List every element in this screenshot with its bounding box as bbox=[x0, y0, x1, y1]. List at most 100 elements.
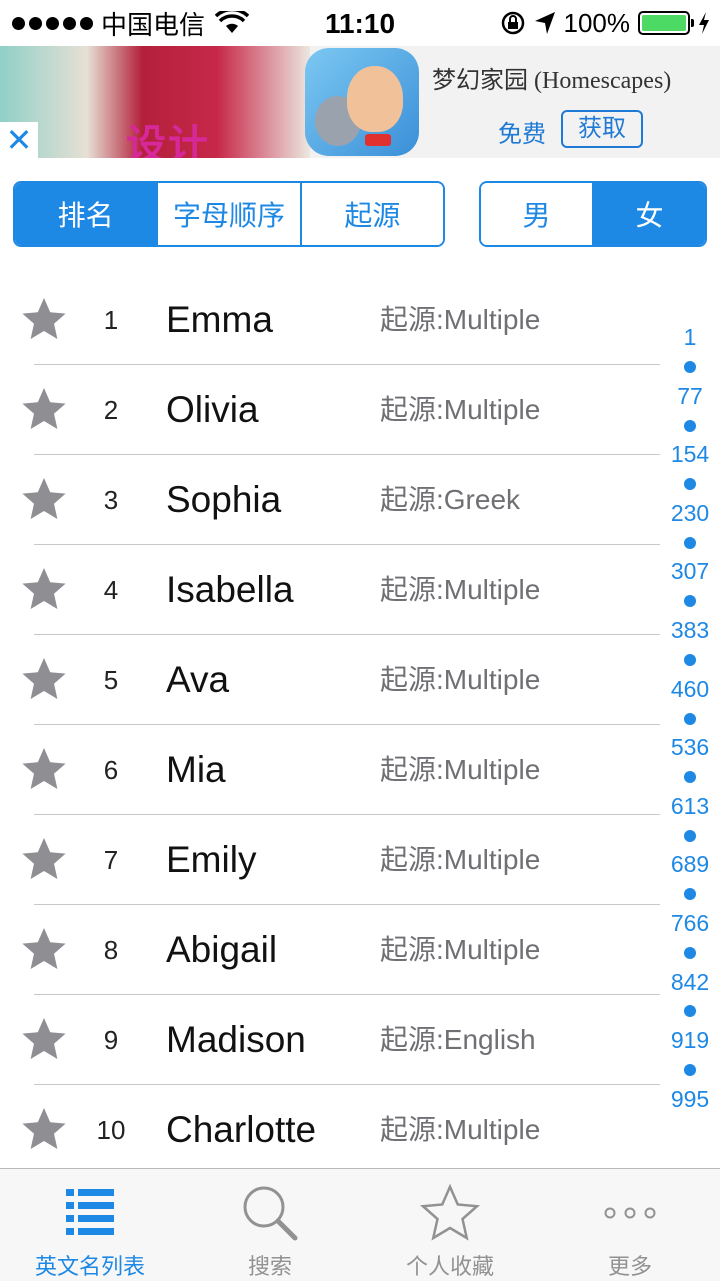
tab-male[interactable]: 男 bbox=[481, 183, 592, 245]
star-icon[interactable] bbox=[20, 385, 68, 433]
name-label: Sophia bbox=[166, 479, 282, 520]
tab-rank[interactable]: 排名 bbox=[15, 183, 157, 245]
list-icon bbox=[66, 1189, 114, 1235]
list-item[interactable]: 7 Emily 起源:Multiple bbox=[0, 815, 660, 905]
name-label: Isabella bbox=[166, 569, 294, 610]
list-item[interactable]: 8 Abigail 起源:Multiple bbox=[0, 905, 660, 995]
index-dot bbox=[660, 821, 720, 850]
index-dot bbox=[660, 997, 720, 1026]
index-entry[interactable]: 307 bbox=[660, 557, 720, 586]
origin-label: 起源:Multiple bbox=[380, 574, 541, 605]
index-entry[interactable]: 230 bbox=[660, 499, 720, 528]
charging-bolt-icon bbox=[699, 12, 709, 34]
tab-female[interactable]: 女 bbox=[592, 183, 705, 245]
list-item[interactable]: 10 Charlotte 起源:Multiple bbox=[0, 1085, 660, 1175]
index-entry[interactable]: 919 bbox=[660, 1026, 720, 1055]
ad-get-button[interactable]: 获取 bbox=[561, 110, 643, 148]
index-entry[interactable]: 1 bbox=[660, 323, 720, 352]
star-icon[interactable] bbox=[20, 475, 68, 523]
origin-label: 起源:Multiple bbox=[380, 1114, 541, 1145]
index-dot bbox=[660, 587, 720, 616]
origin-label: 起源:Multiple bbox=[380, 754, 541, 785]
name-label: Emma bbox=[166, 299, 273, 340]
index-entry[interactable]: 536 bbox=[660, 733, 720, 762]
ad-close-button[interactable]: ✕ bbox=[0, 122, 38, 158]
list-item[interactable]: 9 Madison 起源:English bbox=[0, 995, 660, 1085]
star-icon[interactable] bbox=[20, 295, 68, 343]
list-item[interactable]: 2 Olivia 起源:Multiple bbox=[0, 365, 660, 455]
rank-number: 7 bbox=[103, 845, 119, 875]
battery-icon bbox=[638, 11, 694, 35]
bow-tie-image bbox=[365, 134, 391, 146]
star-icon[interactable] bbox=[20, 655, 68, 703]
list-item[interactable]: 5 Ava 起源:Multiple bbox=[0, 635, 660, 725]
index-dot bbox=[660, 469, 720, 498]
star-icon[interactable] bbox=[20, 925, 68, 973]
index-entry[interactable]: 842 bbox=[660, 968, 720, 997]
index-dot bbox=[660, 528, 720, 557]
origin-label: 起源:Multiple bbox=[380, 664, 541, 695]
index-entry[interactable]: 613 bbox=[660, 792, 720, 821]
index-entry[interactable]: 460 bbox=[660, 675, 720, 704]
name-label: Charlotte bbox=[166, 1109, 317, 1150]
origin-label: 起源:English bbox=[380, 1024, 536, 1055]
app-icon bbox=[305, 48, 419, 156]
more-icon bbox=[604, 1207, 656, 1219]
rank-number: 3 bbox=[103, 485, 119, 515]
tab-alphabetical[interactable]: 字母顺序 bbox=[156, 183, 300, 245]
rotation-lock-icon bbox=[501, 11, 524, 35]
star-icon[interactable] bbox=[20, 565, 68, 613]
origin-label: 起源:Multiple bbox=[380, 844, 541, 875]
origin-label: 起源:Multiple bbox=[380, 304, 541, 335]
index-dot bbox=[660, 880, 720, 909]
tab-label: 更多 bbox=[607, 1254, 652, 1279]
location-arrow-icon bbox=[534, 12, 555, 34]
index-entry[interactable]: 77 bbox=[660, 382, 720, 411]
tab-name-list[interactable]: 英文名列表 bbox=[0, 1169, 180, 1281]
battery-percent: 100% bbox=[563, 7, 631, 38]
tab-more[interactable]: 更多 bbox=[540, 1169, 720, 1281]
tab-search[interactable]: 搜索 bbox=[180, 1169, 360, 1281]
tab-origin[interactable]: 起源 bbox=[299, 183, 443, 245]
star-icon[interactable] bbox=[20, 835, 68, 883]
search-icon bbox=[243, 1186, 298, 1241]
index-dot bbox=[660, 1055, 720, 1084]
names-list: 1 Emma 起源:Multiple 2 Olivia 起源:Multiple … bbox=[0, 275, 660, 1175]
star-icon[interactable] bbox=[20, 1015, 68, 1063]
status-right: 100% bbox=[500, 8, 711, 38]
star-icon[interactable] bbox=[20, 1105, 68, 1153]
tab-bar: 英文名列表 搜索 个人收藏 更多 bbox=[0, 1168, 720, 1281]
name-label: Mia bbox=[166, 749, 226, 790]
index-entry[interactable]: 689 bbox=[660, 850, 720, 879]
name-label: Emily bbox=[166, 839, 257, 880]
list-item[interactable]: 1 Emma 起源:Multiple bbox=[0, 275, 660, 365]
list-item[interactable]: 4 Isabella 起源:Multiple bbox=[0, 545, 660, 635]
ad-artwork: 设计 bbox=[0, 46, 310, 158]
rank-number: 5 bbox=[103, 665, 119, 695]
section-index-bar[interactable]: 1 77 154 230 307 383 460 536 613 689 766… bbox=[660, 323, 720, 1114]
list-item[interactable]: 6 Mia 起源:Multiple bbox=[0, 725, 660, 815]
sort-segmented-control: 排名 字母顺序 起源 bbox=[13, 181, 445, 247]
index-entry[interactable]: 154 bbox=[660, 440, 720, 469]
index-dot bbox=[660, 352, 720, 381]
index-dot bbox=[660, 645, 720, 674]
star-icon[interactable] bbox=[20, 745, 68, 793]
rank-number: 9 bbox=[103, 1025, 119, 1055]
tab-label: 搜索 bbox=[247, 1254, 292, 1279]
ad-banner[interactable]: 设计 ✕ 梦幻家园 (Homescapes) 免费 获取 bbox=[0, 46, 720, 158]
gender-segmented-control: 男 女 bbox=[479, 181, 707, 247]
index-entry[interactable]: 766 bbox=[660, 909, 720, 938]
status-bar: 中国电信 11:10 100% bbox=[0, 0, 720, 46]
name-label: Ava bbox=[166, 659, 230, 700]
rank-number: 2 bbox=[103, 395, 119, 425]
tab-label: 个人收藏 bbox=[405, 1254, 494, 1279]
ad-art-text: 设计 bbox=[126, 123, 210, 158]
character-face-image bbox=[347, 66, 403, 132]
ad-free-label: 免费 bbox=[498, 121, 546, 148]
tab-label: 英文名列表 bbox=[34, 1254, 145, 1279]
origin-label: 起源:Multiple bbox=[380, 934, 541, 965]
list-item[interactable]: 3 Sophia 起源:Greek bbox=[0, 455, 660, 545]
index-entry[interactable]: 995 bbox=[660, 1085, 720, 1114]
tab-favorites[interactable]: 个人收藏 bbox=[360, 1169, 540, 1281]
index-entry[interactable]: 383 bbox=[660, 616, 720, 645]
